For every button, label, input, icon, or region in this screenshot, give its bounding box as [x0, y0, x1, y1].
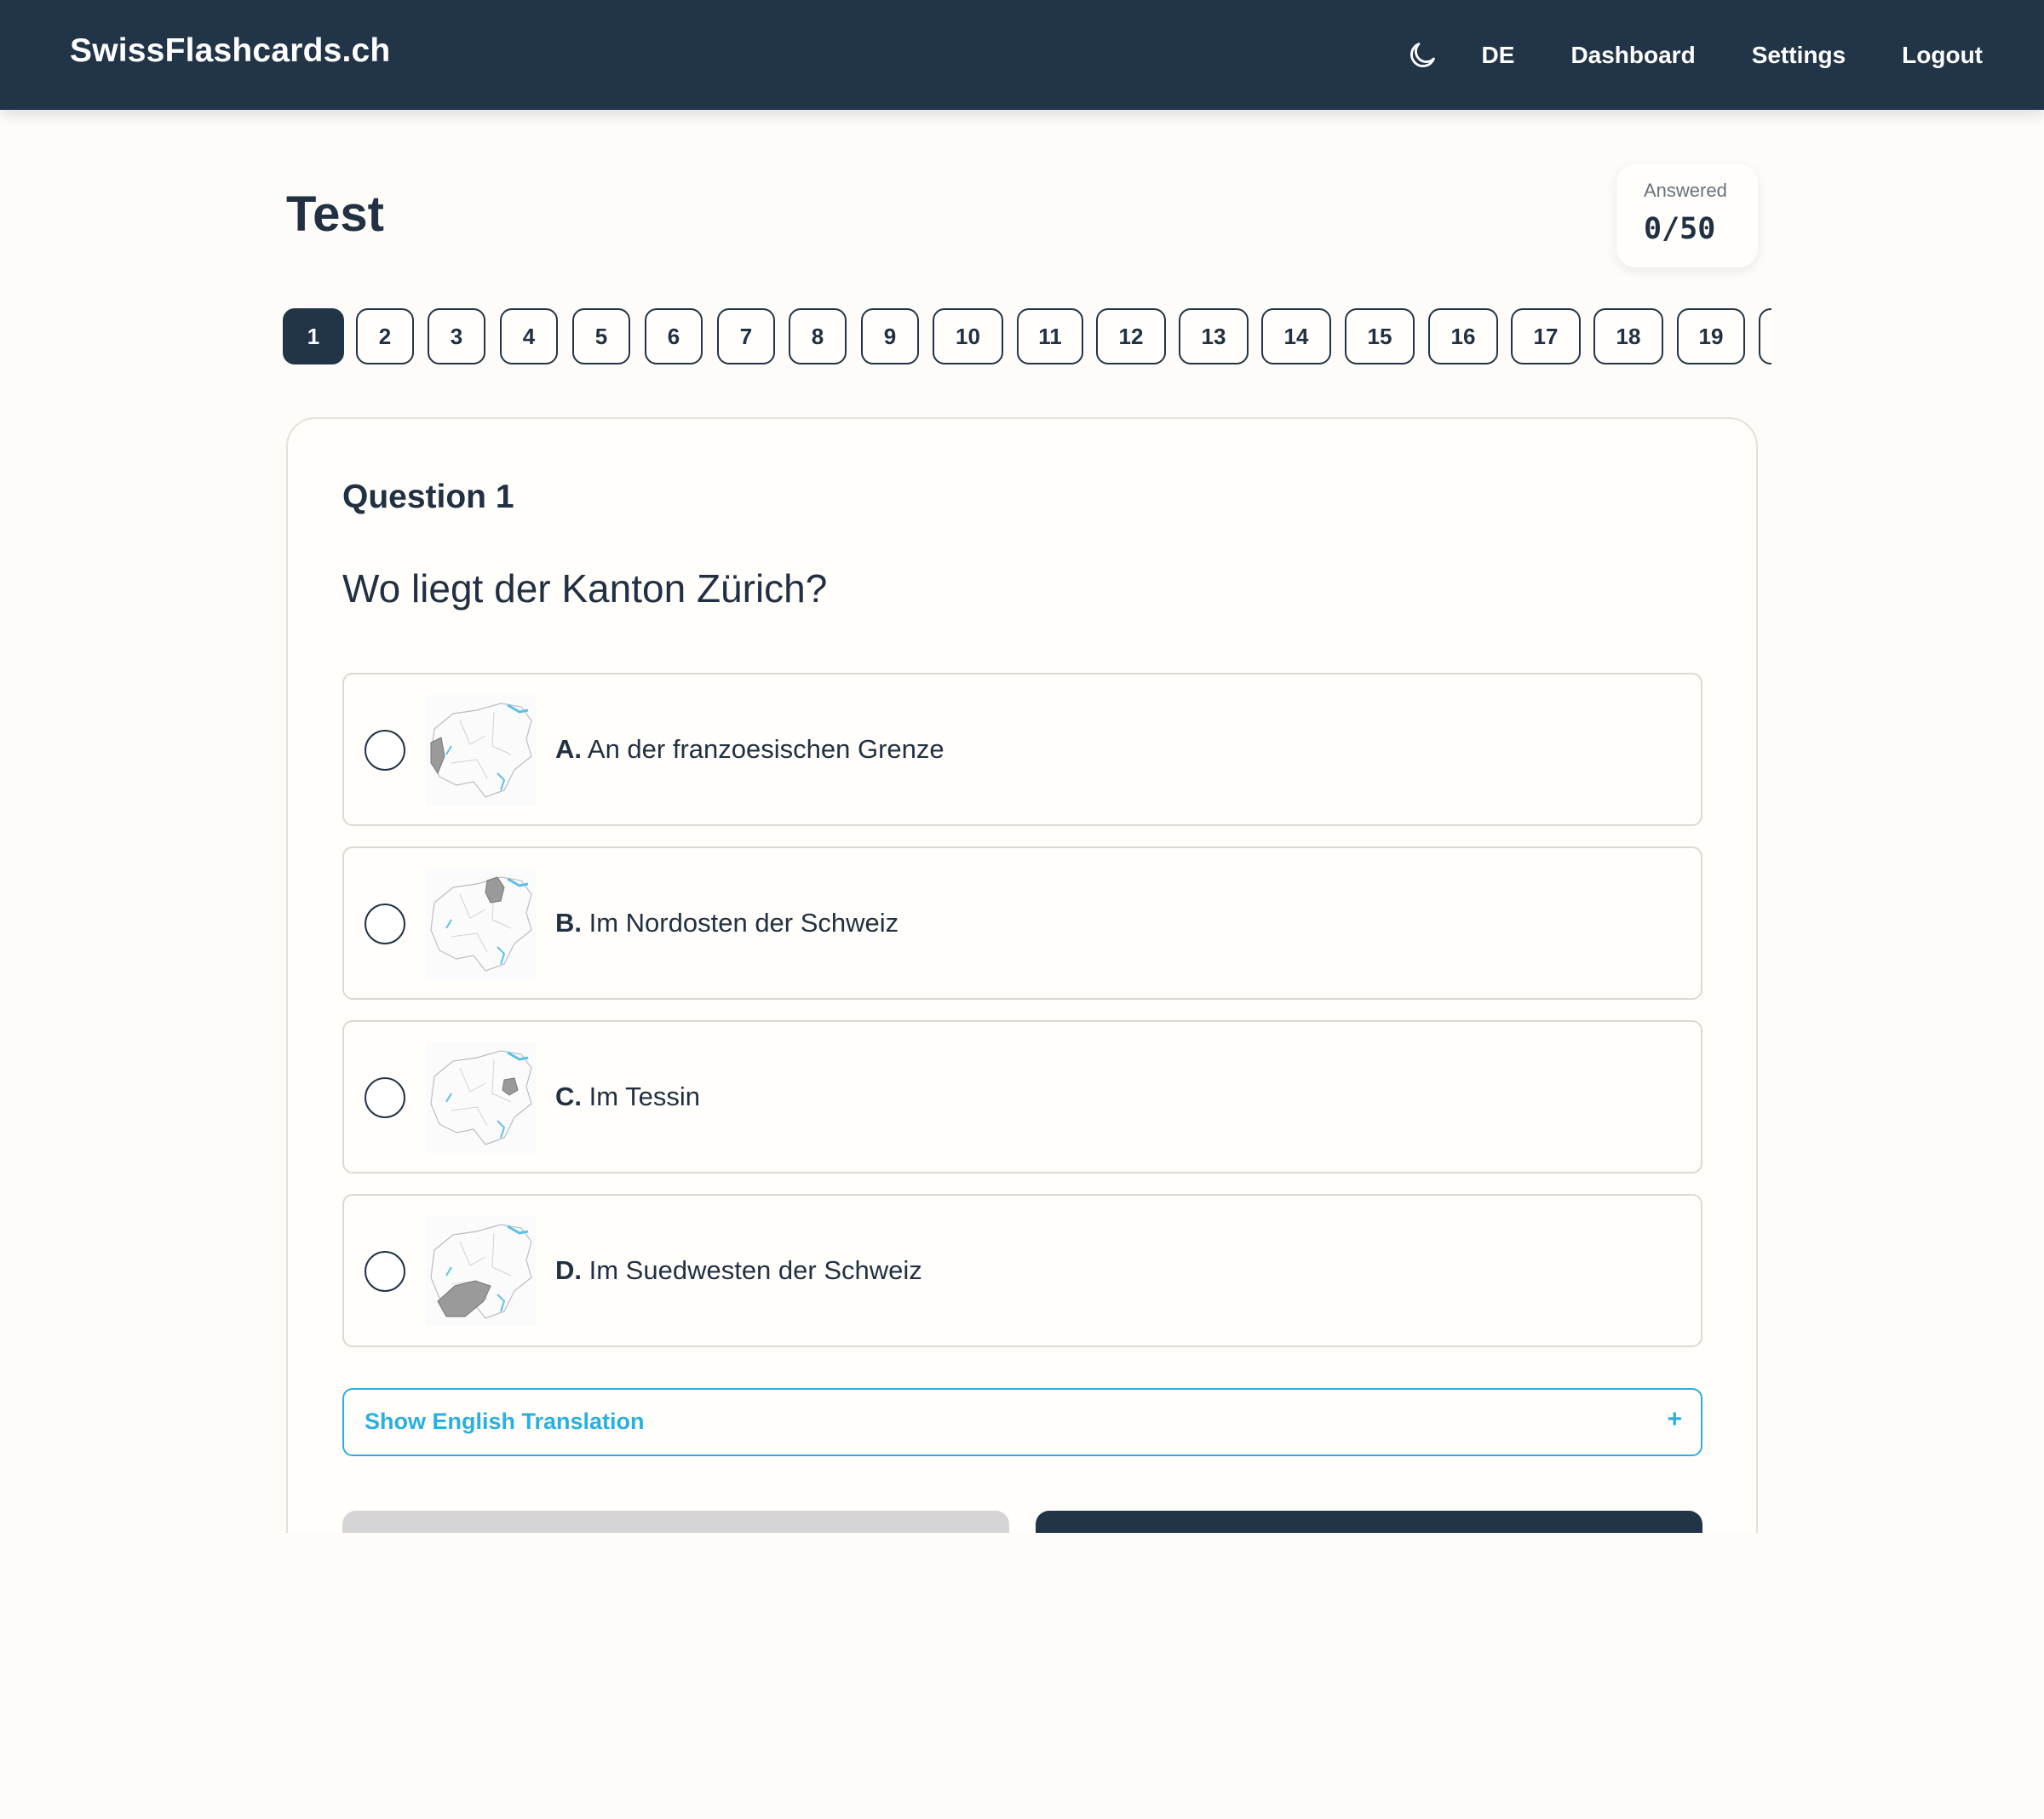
question-number: Question 1: [342, 479, 514, 515]
question-text: Wo liegt der Kanton Zürich?: [342, 566, 828, 611]
answer-option-c[interactable]: C. Im Tessin: [342, 1020, 1702, 1173]
option-c-text: C. Im Tessin: [555, 1082, 700, 1112]
question-nav-button-12[interactable]: 12: [1096, 308, 1166, 364]
option-d-letter: D.: [555, 1255, 582, 1285]
next-button[interactable]: [1036, 1511, 1702, 1533]
theme-toggle-button[interactable]: [1401, 34, 1444, 77]
question-nav-button-10[interactable]: 10: [933, 308, 1003, 364]
radio-option-a[interactable]: [365, 730, 405, 771]
question-nav-button-15[interactable]: 15: [1345, 308, 1415, 364]
question-nav-button-16[interactable]: 16: [1428, 308, 1498, 364]
question-nav-button-14[interactable]: 14: [1261, 308, 1331, 364]
nav-logout-link[interactable]: Logout: [1902, 42, 1983, 69]
question-nav-button-17[interactable]: 17: [1511, 308, 1581, 364]
question-navigator: 1 2 3 4 5 6 7 8 9 10 11 12 13 14 15 16 1…: [283, 308, 1771, 366]
previous-button[interactable]: [342, 1511, 1009, 1533]
question-nav-button-4[interactable]: 4: [500, 308, 558, 364]
answer-option-b[interactable]: B. Im Nordosten der Schweiz: [342, 846, 1702, 1000]
radio-option-b[interactable]: [365, 904, 405, 944]
question-nav-button-13[interactable]: 13: [1179, 308, 1249, 364]
moon-icon: [1410, 42, 1435, 67]
option-d-label: Im Suedwesten der Schweiz: [589, 1255, 922, 1285]
question-nav-button-7[interactable]: 7: [717, 308, 775, 364]
option-a-text: A. An der franzoesischen Grenze: [555, 734, 944, 765]
answer-option-a[interactable]: A. An der franzoesischen Grenze: [342, 673, 1702, 826]
question-nav-button-6[interactable]: 6: [645, 308, 703, 364]
switzerland-map-southwest-highlight-icon: [426, 1216, 537, 1327]
question-nav-button-8[interactable]: 8: [789, 308, 847, 364]
plus-icon: +: [1667, 1405, 1682, 1433]
language-switch[interactable]: DE: [1482, 42, 1515, 69]
nav-items: DE Dashboard Settings Logout: [1401, 0, 1983, 110]
switzerland-map-central-highlight-icon: [426, 1042, 537, 1153]
answered-value: 0/50: [1644, 212, 1716, 246]
question-nav-button-partial[interactable]: [1759, 308, 1771, 364]
question-card: Question 1 Wo liegt der Kanton Zürich? A…: [286, 417, 1758, 1533]
switzerland-map-west-highlight-icon: [426, 695, 537, 806]
radio-option-c[interactable]: [365, 1077, 405, 1118]
question-nav-button-18[interactable]: 18: [1593, 308, 1663, 364]
option-b-text: B. Im Nordosten der Schweiz: [555, 908, 899, 938]
question-nav-button-2[interactable]: 2: [356, 308, 414, 364]
radio-option-d[interactable]: [365, 1251, 405, 1292]
option-a-letter: A.: [555, 734, 582, 764]
page-title: Test: [286, 186, 384, 242]
question-nav-button-5[interactable]: 5: [572, 308, 630, 364]
nav-dashboard-link[interactable]: Dashboard: [1570, 42, 1695, 69]
question-nav-button-3[interactable]: 3: [428, 308, 485, 364]
question-nav-button-1[interactable]: 1: [283, 308, 344, 364]
option-c-letter: C.: [555, 1082, 582, 1111]
question-nav-button-19[interactable]: 19: [1677, 308, 1745, 364]
option-b-letter: B.: [555, 908, 582, 938]
answered-label: Answered: [1644, 180, 1727, 201]
translation-toggle-label: Show English Translation: [365, 1409, 645, 1434]
answer-option-d[interactable]: D. Im Suedwesten der Schweiz: [342, 1194, 1702, 1347]
question-nav-button-11[interactable]: 11: [1017, 308, 1083, 364]
top-navbar: SwissFlashcards.ch DE Dashboard Settings…: [0, 0, 2044, 110]
brand-logo-text[interactable]: SwissFlashcards.ch: [70, 32, 390, 70]
option-c-label: Im Tessin: [589, 1082, 700, 1111]
option-d-text: D. Im Suedwesten der Schweiz: [555, 1255, 922, 1286]
question-nav-button-9[interactable]: 9: [861, 308, 919, 364]
answered-counter: Answered 0/50: [1616, 164, 1758, 267]
nav-settings-link[interactable]: Settings: [1752, 42, 1846, 69]
switzerland-map-northeast-highlight-icon: [426, 869, 537, 979]
option-a-label: An der franzoesischen Grenze: [587, 734, 944, 764]
show-translation-toggle[interactable]: Show English Translation +: [342, 1388, 1702, 1456]
option-b-label: Im Nordosten der Schweiz: [589, 908, 899, 938]
